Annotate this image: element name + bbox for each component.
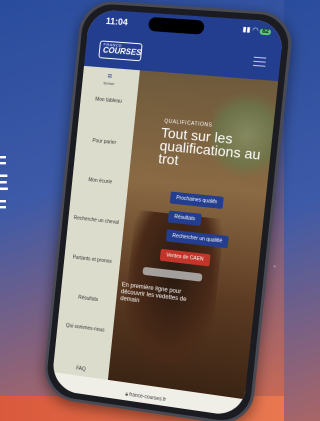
url-text: 🔒︎ france-courses.fr — [125, 391, 166, 403]
logo-main-text: COURSES — [102, 45, 142, 58]
sidebar-toggle-label: fermer — [103, 80, 115, 87]
hero-title: Tout sur les qualifications au trot — [157, 124, 262, 168]
signal-icon: ▮▮ — [242, 26, 251, 34]
sidebar-item-qui-sommes-nous[interactable]: Qui sommes-nous — [61, 322, 109, 334]
wifi-icon: ◠ — [252, 26, 259, 35]
phone-frame: 11:04 ▮▮ ◠ 82 FRANCE COURSES = fermer Mo… — [41, 0, 295, 421]
status-icons: ▮▮ ◠ 82 — [242, 25, 272, 36]
sidebar-close-toggle[interactable]: = fermer — [103, 71, 116, 86]
prochaines-qualifs-button[interactable]: Prochaines qualifs — [169, 191, 224, 209]
status-time: 11:04 — [105, 15, 129, 28]
phone-screen: 11:04 ▮▮ ◠ 82 FRANCE COURSES = fermer Mo… — [50, 8, 285, 418]
dynamic-island — [147, 16, 205, 35]
phone-mockup: 11:04 ▮▮ ◠ 82 FRANCE COURSES = fermer Mo… — [41, 0, 295, 421]
site-logo[interactable]: FRANCE COURSES — [98, 40, 143, 62]
background-partial-text: =E= — [0, 150, 9, 216]
sidebar-item-mon-tableau[interactable]: Mon tableau — [84, 96, 133, 106]
sidebar-item-resultats[interactable]: Résultats — [64, 293, 112, 305]
url-value: france-courses.fr — [128, 391, 167, 404]
battery-icon: 82 — [259, 28, 272, 36]
sidebar-item-mon-ecurie[interactable]: Mon écurie — [76, 176, 125, 187]
sidebar-item-recherche-cheval[interactable]: Recherche un cheval — [72, 215, 120, 226]
sidebar-item-partants[interactable]: Partants et pronos — [68, 254, 116, 266]
hamburger-menu-icon[interactable] — [252, 56, 267, 67]
sidebar-item-pour-parier[interactable]: Pour parier — [80, 137, 129, 147]
